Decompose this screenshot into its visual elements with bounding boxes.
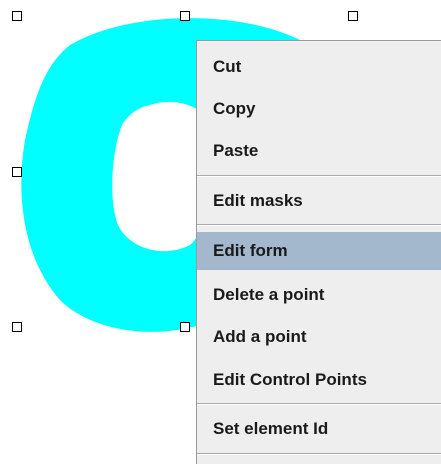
selection-handle-bottom-center[interactable] [180,322,190,332]
menu-item-paste[interactable]: Paste [197,132,441,170]
selection-handle-bottom-left[interactable] [12,322,22,332]
menu-separator [197,224,441,226]
menu-item-edit-control-points[interactable]: Edit Control Points [197,361,441,399]
selection-handle-middle-left[interactable] [12,167,22,177]
selection-handle-top-center[interactable] [180,11,190,21]
menu-item-delete-a-point[interactable]: Delete a point [197,276,441,314]
menu-item-edit-masks[interactable]: Edit masks [197,182,441,220]
menu-separator [197,453,441,455]
menu-item-set-element-id[interactable]: Set element Id [197,410,441,448]
context-menu: Cut Copy Paste Edit masks Edit form Dele… [196,40,441,464]
selection-handle-top-right[interactable] [348,11,358,21]
menu-separator [197,175,441,177]
drawing-canvas[interactable]: Cut Copy Paste Edit masks Edit form Dele… [0,0,441,464]
menu-item-edit-form[interactable]: Edit form [197,232,441,270]
menu-item-add-a-point[interactable]: Add a point [197,318,441,356]
menu-item-cut[interactable]: Cut [197,48,441,86]
menu-separator [197,403,441,405]
menu-item-copy[interactable]: Copy [197,90,441,128]
selection-handle-top-left[interactable] [12,11,22,21]
